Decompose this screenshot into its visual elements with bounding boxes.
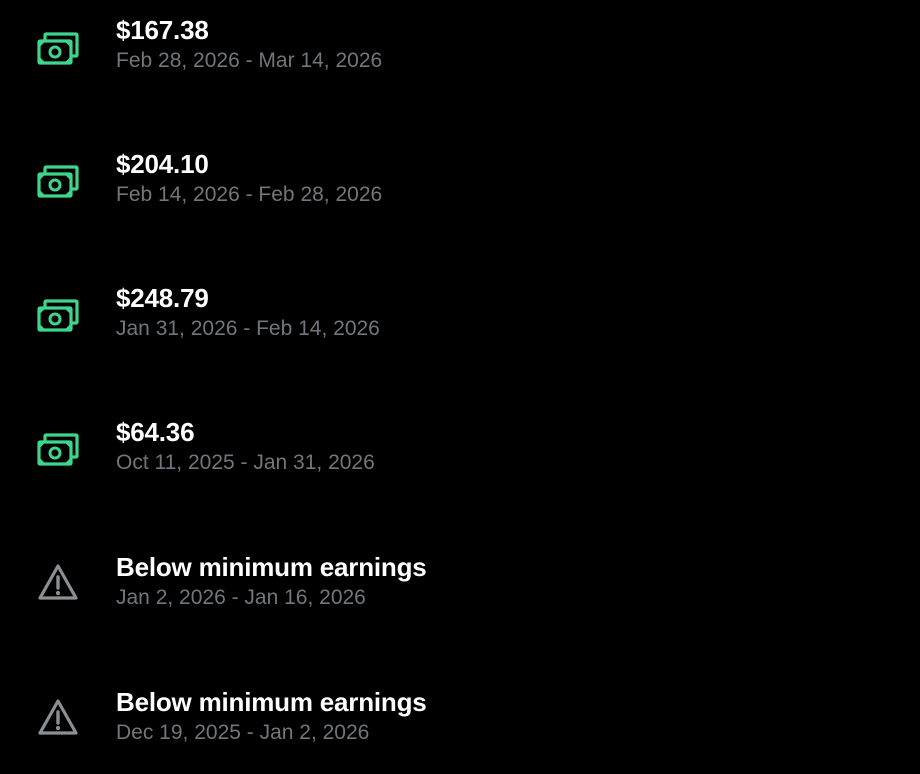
payout-history-list: $167.38 Feb 28, 2026 - Mar 14, 2026 $204…	[0, 0, 920, 774]
payout-period: Oct 11, 2025 - Jan 31, 2026	[116, 451, 375, 474]
payout-status: Below minimum earnings	[116, 687, 427, 717]
payout-period: Jan 2, 2026 - Jan 16, 2026	[116, 586, 366, 609]
money-icon	[36, 297, 80, 337]
warning-icon	[36, 562, 80, 602]
payout-row[interactable]: $248.79 Jan 31, 2026 - Feb 14, 2026	[0, 280, 920, 380]
payout-row[interactable]: $167.38 Feb 28, 2026 - Mar 14, 2026	[0, 12, 920, 112]
money-icon	[36, 431, 80, 471]
payout-period: Dec 19, 2025 - Jan 2, 2026	[116, 721, 370, 744]
payout-row[interactable]: Below minimum earnings Jan 2, 2026 - Jan…	[0, 549, 920, 649]
payout-period: Feb 14, 2026 - Feb 28, 2026	[116, 183, 383, 206]
payout-amount: $167.38	[116, 15, 209, 45]
warning-icon	[36, 697, 80, 737]
payout-amount: $248.79	[116, 283, 209, 313]
payout-period: Feb 28, 2026 - Mar 14, 2026	[116, 49, 383, 72]
payout-row[interactable]: $64.36 Oct 11, 2025 - Jan 31, 2026	[0, 414, 920, 514]
payout-amount: $64.36	[116, 417, 195, 447]
payout-row[interactable]: Below minimum earnings Dec 19, 2025 - Ja…	[0, 684, 920, 774]
money-icon	[36, 163, 80, 203]
payout-status: Below minimum earnings	[116, 552, 427, 582]
payout-row[interactable]: $204.10 Feb 14, 2026 - Feb 28, 2026	[0, 146, 920, 246]
money-icon	[36, 30, 80, 70]
payout-amount: $204.10	[116, 149, 209, 179]
payout-period: Jan 31, 2026 - Feb 14, 2026	[116, 317, 380, 340]
